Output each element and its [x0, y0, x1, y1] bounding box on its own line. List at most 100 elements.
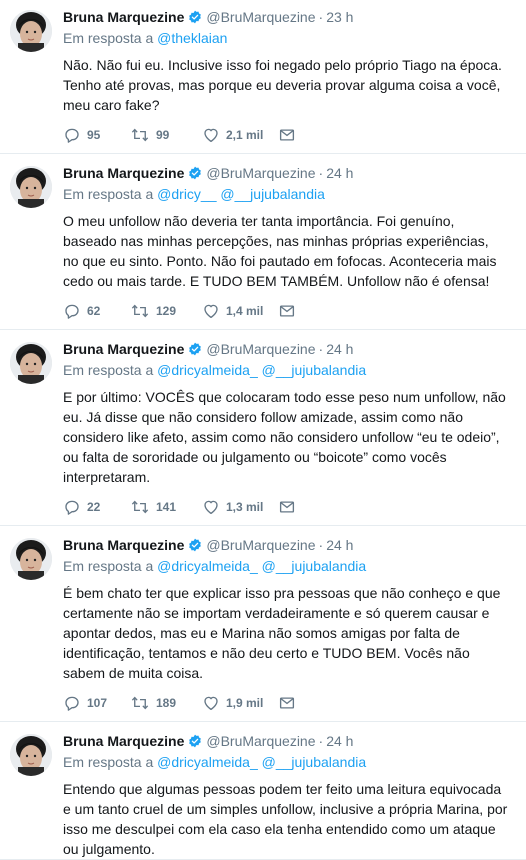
author-handle[interactable]: @BruMarquezine	[206, 340, 315, 358]
avatar[interactable]	[10, 538, 52, 580]
like-button[interactable]: 1,9 mil	[202, 694, 278, 712]
reply-count: 107	[87, 696, 108, 710]
verified-badge-icon	[188, 734, 202, 748]
tweet[interactable]: Bruna Marquezine @BruMarquezine · 24 h E…	[0, 526, 526, 722]
reply-count: 62	[87, 304, 101, 318]
mention-link[interactable]: @theklaian	[157, 30, 227, 46]
author-name[interactable]: Bruna Marquezine	[63, 536, 184, 554]
tweet-time[interactable]: 24 h	[326, 340, 353, 358]
reply-context: Em resposta a @dricyalmeida_ @__jujubala…	[63, 557, 514, 575]
speech-bubble-icon	[63, 302, 81, 320]
avatar[interactable]	[10, 734, 52, 776]
mention-link[interactable]: @__jujubalandia	[220, 186, 325, 202]
avatar[interactable]	[10, 166, 52, 208]
tweet-text: E por último: VOCÊS que colocaram todo e…	[63, 389, 506, 485]
mention-link[interactable]: @dricyalmeida_	[157, 362, 258, 378]
heart-outline-icon	[202, 302, 220, 320]
reply-prefix: Em resposta a	[63, 186, 154, 202]
envelope-icon	[278, 498, 296, 516]
retweet-button[interactable]: 99	[130, 126, 202, 144]
reply-button[interactable]: 22	[63, 498, 130, 516]
retweet-button[interactable]: 189	[130, 694, 202, 712]
reply-prefix: Em resposta a	[63, 558, 154, 574]
envelope-icon	[278, 126, 296, 144]
like-count: 2,1 mil	[226, 128, 264, 142]
retweet-button[interactable]: 141	[130, 498, 202, 516]
separator-dot: ·	[318, 537, 324, 553]
tweet-text: Entendo que algumas pessoas podem ter fe…	[63, 781, 508, 857]
speech-bubble-icon	[63, 694, 81, 712]
tweet-time[interactable]: 24 h	[326, 536, 353, 554]
verified-badge-icon	[188, 342, 202, 356]
reply-button[interactable]: 62	[63, 302, 130, 320]
tweet[interactable]: Bruna Marquezine @BruMarquezine · 24 h E…	[0, 722, 526, 860]
reply-prefix: Em resposta a	[63, 362, 154, 378]
author-handle[interactable]: @BruMarquezine	[206, 8, 315, 26]
tweet-header: Bruna Marquezine @BruMarquezine · 24 h	[63, 164, 514, 182]
separator-dot: ·	[318, 165, 324, 181]
author-name[interactable]: Bruna Marquezine	[63, 164, 184, 182]
reply-prefix: Em resposta a	[63, 754, 154, 770]
reply-count: 22	[87, 500, 101, 514]
tweet[interactable]: Bruna Marquezine @BruMarquezine · 24 h E…	[0, 154, 526, 330]
like-count: 1,9 mil	[226, 696, 264, 710]
reply-context: Em resposta a @dricyalmeida_ @__jujubala…	[63, 753, 514, 771]
tweet-text: É bem chato ter que explicar isso pra pe…	[63, 585, 501, 681]
retweet-count: 129	[156, 304, 177, 318]
mention-link[interactable]: @dricy__	[157, 186, 216, 202]
direct-message-button[interactable]	[278, 694, 296, 712]
retweet-arrows-icon	[130, 302, 150, 320]
tweet-header: Bruna Marquezine @BruMarquezine · 24 h	[63, 732, 514, 750]
tweet-feed: Bruna Marquezine @BruMarquezine · 23 h E…	[0, 0, 526, 860]
separator-dot: ·	[318, 733, 324, 749]
retweet-arrows-icon	[130, 694, 150, 712]
tweet-actions: 22 141 1,3 mil	[63, 489, 514, 525]
separator-dot: ·	[318, 341, 324, 357]
tweet[interactable]: Bruna Marquezine @BruMarquezine · 24 h E…	[0, 330, 526, 526]
like-button[interactable]: 1,4 mil	[202, 302, 278, 320]
separator-dot: ·	[318, 9, 324, 25]
direct-message-button[interactable]	[278, 498, 296, 516]
retweet-button[interactable]: 129	[130, 302, 202, 320]
reply-prefix: Em resposta a	[63, 30, 154, 46]
like-count: 1,3 mil	[226, 500, 264, 514]
verified-badge-icon	[188, 166, 202, 180]
envelope-icon	[278, 302, 296, 320]
mention-link[interactable]: @__jujubalandia	[262, 754, 367, 770]
mention-link[interactable]: @dricyalmeida_	[157, 558, 258, 574]
tweet-time[interactable]: 24 h	[326, 164, 353, 182]
heart-outline-icon	[202, 126, 220, 144]
mention-link[interactable]: @__jujubalandia	[262, 362, 367, 378]
mention-link[interactable]: @__jujubalandia	[262, 558, 367, 574]
author-handle[interactable]: @BruMarquezine	[206, 732, 315, 750]
heart-outline-icon	[202, 694, 220, 712]
mention-link[interactable]: @dricyalmeida_	[157, 754, 258, 770]
tweet-time[interactable]: 23 h	[326, 8, 353, 26]
retweet-count: 141	[156, 500, 177, 514]
tweet-header: Bruna Marquezine @BruMarquezine · 23 h	[63, 8, 514, 26]
reply-button[interactable]: 107	[63, 694, 130, 712]
author-name[interactable]: Bruna Marquezine	[63, 732, 184, 750]
author-name[interactable]: Bruna Marquezine	[63, 340, 184, 358]
like-button[interactable]: 2,1 mil	[202, 126, 278, 144]
author-handle[interactable]: @BruMarquezine	[206, 164, 315, 182]
reply-context: Em resposta a @theklaian	[63, 29, 514, 47]
speech-bubble-icon	[63, 126, 81, 144]
tweet-text: O meu unfollow não deveria ter tanta imp…	[63, 213, 497, 289]
author-name[interactable]: Bruna Marquezine	[63, 8, 184, 26]
tweet-time[interactable]: 24 h	[326, 732, 353, 750]
retweet-arrows-icon	[130, 126, 150, 144]
direct-message-button[interactable]	[278, 126, 296, 144]
direct-message-button[interactable]	[278, 302, 296, 320]
tweet[interactable]: Bruna Marquezine @BruMarquezine · 23 h E…	[0, 0, 526, 154]
tweet-actions: 95 99 2,1 mil	[63, 117, 514, 153]
heart-outline-icon	[202, 498, 220, 516]
tweet-actions: 62 129 1,4 mil	[63, 293, 514, 329]
speech-bubble-icon	[63, 498, 81, 516]
like-button[interactable]: 1,3 mil	[202, 498, 278, 516]
avatar[interactable]	[10, 10, 52, 52]
reply-context: Em resposta a @dricy__ @__jujubalandia	[63, 185, 514, 203]
reply-button[interactable]: 95	[63, 126, 130, 144]
author-handle[interactable]: @BruMarquezine	[206, 536, 315, 554]
avatar[interactable]	[10, 342, 52, 384]
